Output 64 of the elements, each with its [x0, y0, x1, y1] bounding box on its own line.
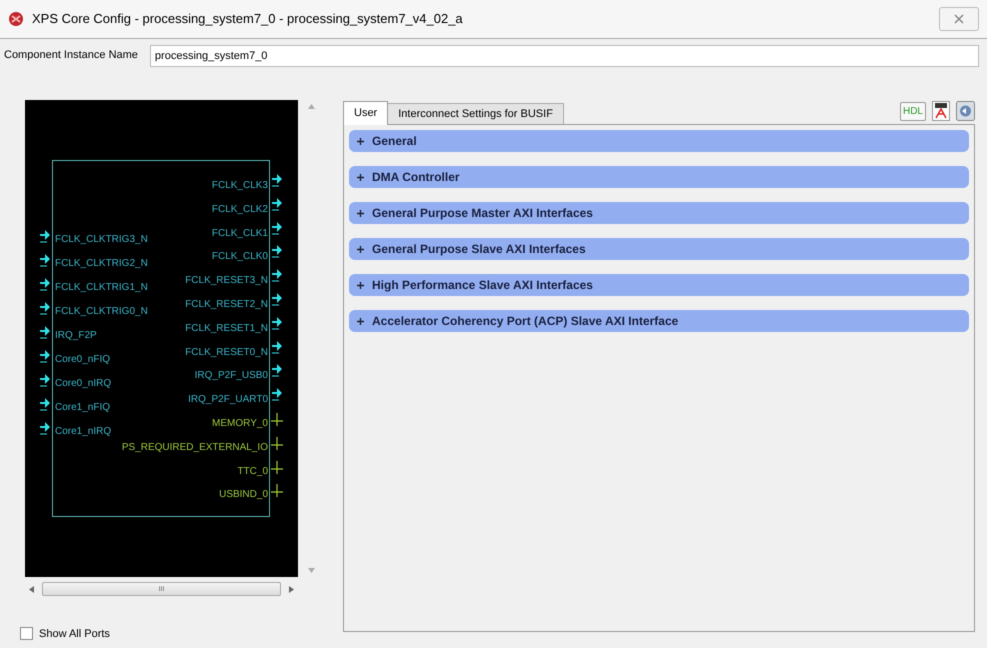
arrow-pin-icon: [39, 228, 51, 244]
section-header[interactable]: General Purpose Master AXI Interfaces: [349, 202, 969, 224]
tab[interactable]: Interconnect Settings for BUSIF: [387, 103, 564, 124]
section-header[interactable]: High Performance Slave AXI Interfaces: [349, 274, 969, 296]
arrow-pin-icon: [271, 386, 283, 402]
port-label: FCLK_CLKTRIG3_N: [55, 234, 148, 246]
instance-name-label: Component Instance Name: [4, 48, 138, 64]
app-logo-icon: [8, 11, 24, 27]
window-title: XPS Core Config - processing_system7_0 - processing_system7_v4_02_a: [32, 10, 463, 28]
arrow-pin-icon: [39, 396, 51, 412]
arrow-pin-icon: [271, 243, 283, 260]
show-all-ports-checkbox[interactable]: Show All Ports: [20, 626, 343, 642]
port-label: Core0_nIRQ: [55, 378, 112, 390]
arrow-pin-icon: [271, 172, 283, 188]
tab[interactable]: User: [343, 101, 388, 125]
arrow-pin-icon: [39, 420, 51, 436]
scroll-left-icon: [29, 586, 34, 592]
port-label: PS_REQUIRED_EXTERNAL_IO: [122, 442, 268, 454]
arrow-pin-icon: [39, 252, 51, 268]
section-header[interactable]: General Purpose Slave AXI Interfaces: [349, 238, 969, 260]
port-label: FCLK_CLKTRIG2_N: [55, 258, 148, 270]
port-label: Core1_nFIQ: [55, 402, 110, 414]
pdf-icon[interactable]: [932, 101, 950, 121]
port-label: FCLK_CLK0: [212, 251, 268, 264]
port-label: Core1_nIRQ: [55, 426, 112, 438]
arrow-pin-icon: [271, 362, 283, 378]
port-label: FCLK_CLK2: [212, 204, 268, 216]
close-icon: [954, 14, 964, 24]
port-label: IRQ_F2P: [55, 330, 97, 342]
port-label: IRQ_P2F_UART0: [188, 394, 268, 406]
port-label: FCLK_RESET1_N: [185, 322, 268, 335]
port-label: FCLK_CLKTRIG0_N: [55, 306, 148, 318]
arrow-pin-icon: [271, 220, 283, 236]
port-label: TTC_0: [237, 466, 268, 478]
port-label: FCLK_RESET3_N: [185, 275, 268, 288]
port-label: FCLK_RESET2_N: [185, 299, 268, 311]
scroll-right-icon: [289, 586, 294, 592]
arrow-pin-icon: [39, 324, 51, 340]
port-label: FCLK_CLK1: [212, 228, 268, 240]
port-label: FCLK_RESET0_N: [185, 346, 268, 359]
arrow-pin-icon: [271, 196, 283, 212]
port-label: FCLK_CLKTRIG1_N: [55, 282, 148, 294]
arrow-pin-icon: [39, 348, 51, 364]
section-header[interactable]: Accelerator Coherency Port (ACP) Slave AXI Interface: [349, 310, 969, 332]
arrow-pin-icon: [271, 267, 283, 284]
scroll-down-icon: [308, 568, 314, 573]
bus-pin-icon: [271, 481, 283, 498]
port-label: FCLK_CLK3: [212, 180, 268, 192]
arrow-pin-icon: [271, 338, 283, 355]
arrow-pin-icon: [271, 291, 283, 307]
arrow-pin-icon: [39, 300, 51, 316]
scroll-up-icon: [308, 104, 314, 109]
instance-name-field[interactable]: processing_system7_0: [150, 44, 979, 66]
arrow-pin-icon: [39, 276, 51, 292]
port-label: Core0_nFIQ: [55, 354, 110, 366]
port-label: IRQ_P2F_USB0: [194, 370, 268, 382]
arrow-pin-icon: [39, 372, 51, 388]
section-header[interactable]: General: [349, 130, 969, 152]
section-header[interactable]: DMA Controller: [349, 166, 969, 188]
arrow-pin-icon: [271, 314, 283, 331]
port-label: MEMORY_0: [212, 418, 268, 430]
close-button[interactable]: [939, 7, 979, 31]
bus-pin-icon: [271, 410, 283, 426]
port-label: USBIND_0: [219, 489, 268, 502]
